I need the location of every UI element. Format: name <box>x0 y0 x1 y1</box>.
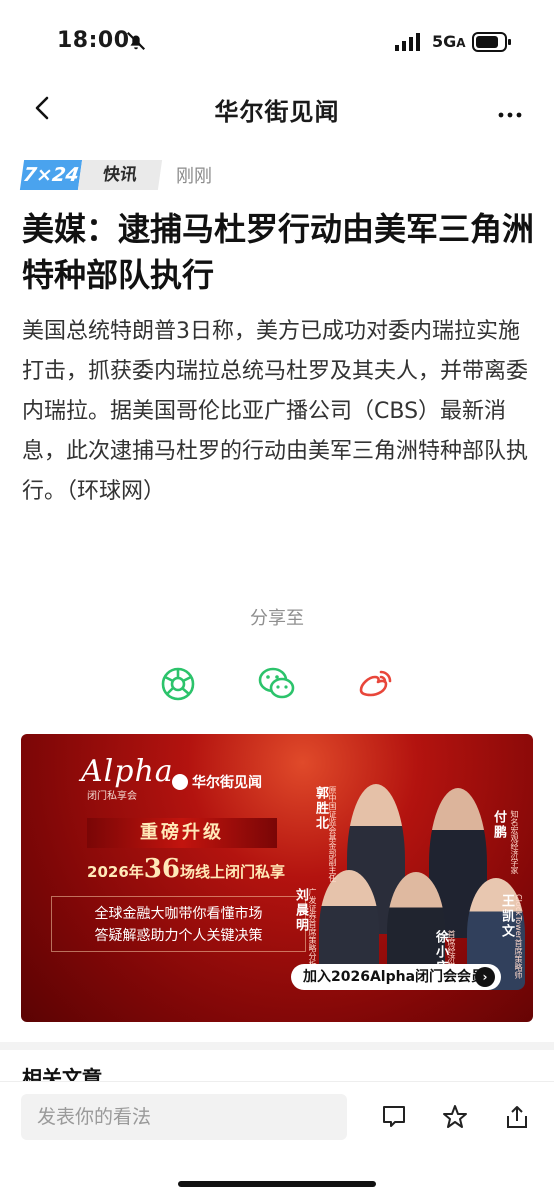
speaker-group: 郭胜北 原中国证监会基金部副主任 付鹏 知名宏观经济学家 刘晨明 广发证券首席策… <box>291 754 533 994</box>
section-divider <box>0 1042 554 1050</box>
bell-muted-icon <box>125 30 147 56</box>
speaker-title: 知名宏观经济学家 <box>510 810 519 874</box>
publish-time: 刚刚 <box>176 166 212 187</box>
network-label: 5GA <box>432 32 466 51</box>
banner-tagline: 全球金融大咖带你看懂市场 答疑解惑助力个人关键决策 <box>51 896 306 952</box>
tag-flash-news: 快讯 <box>77 160 163 190</box>
speaker-title: 原中国证监会基金部副主任 <box>328 786 337 882</box>
star-icon[interactable] <box>442 1104 468 1130</box>
comment-input[interactable]: 发表你的看法 <box>21 1094 347 1140</box>
comment-icon[interactable] <box>381 1104 407 1130</box>
share-icon[interactable] <box>504 1104 530 1130</box>
home-indicator <box>178 1181 376 1187</box>
more-icon[interactable] <box>498 104 522 123</box>
status-time: 18:00 <box>57 28 130 53</box>
article-headline: 美媒：逮捕马杜罗行动由美军三角洲特种部队执行 <box>22 210 535 294</box>
wechat-moments-icon[interactable] <box>158 664 198 704</box>
wsj-logo: 华尔街见闻 <box>172 772 262 792</box>
share-icons <box>0 664 554 704</box>
speaker-name: 付鹏 <box>491 810 506 840</box>
join-membership-button[interactable]: 加入2026Alpha闭门会会员 › <box>291 964 501 990</box>
bottom-action-bar: 发表你的看法 <box>0 1082 554 1200</box>
alpha-promo-banner[interactable]: Alpha 闭门私享会 华尔街见闻 重磅升级 2026年36场线上闭门私享 全球… <box>21 734 533 1022</box>
speaker-title: ClockTower首席策略师 <box>514 894 523 979</box>
status-bar: 18:00 5GA <box>0 0 554 84</box>
share-label: 分享至 <box>250 608 304 629</box>
arrow-right-icon: › <box>475 967 495 987</box>
wechat-icon[interactable] <box>257 664 297 704</box>
signal-icon <box>395 33 423 55</box>
app-title: 华尔街见闻 <box>214 97 340 126</box>
weibo-icon[interactable] <box>355 664 395 704</box>
alpha-logo: Alpha 闭门私享会 <box>81 754 174 802</box>
sessions-text: 2026年36场线上闭门私享 <box>87 854 285 884</box>
upgrade-badge: 重磅升级 <box>87 818 277 848</box>
tag-724: 7×24 <box>19 160 83 190</box>
article-body: 美国总统特朗普3日称，美方已成功对委内瑞拉实施打击，抓获委内瑞拉总统马杜罗及其夫… <box>22 319 529 504</box>
battery-icon <box>472 32 512 56</box>
related-articles-heading: 相关文章 <box>22 1066 102 1082</box>
top-navbar: 华尔街见闻 <box>0 84 554 132</box>
